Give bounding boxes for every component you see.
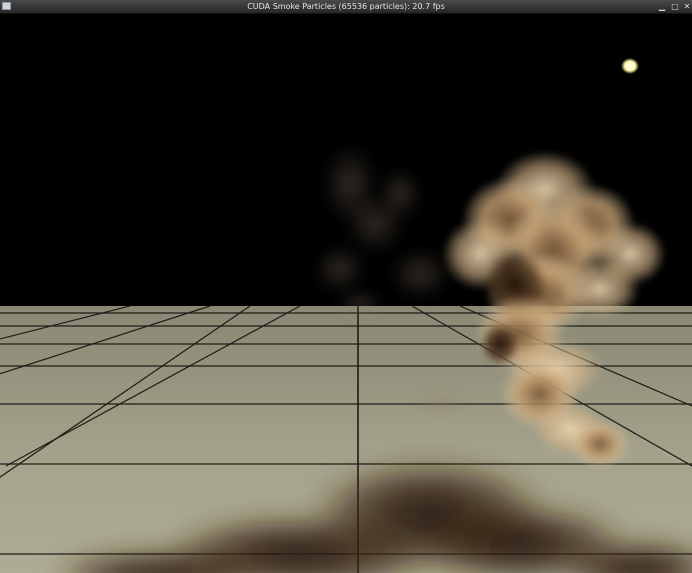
- maximize-icon[interactable]: □: [670, 0, 680, 13]
- minimize-icon[interactable]: ▁: [657, 0, 667, 13]
- light-source-icon: [621, 58, 639, 74]
- window-title: CUDA Smoke Particles (65536 particles): …: [247, 2, 445, 11]
- title-bar: CUDA Smoke Particles (65536 particles): …: [0, 0, 692, 14]
- smoke-scene: [0, 14, 692, 573]
- close-icon[interactable]: ✕: [682, 0, 692, 13]
- render-viewport[interactable]: [0, 14, 692, 573]
